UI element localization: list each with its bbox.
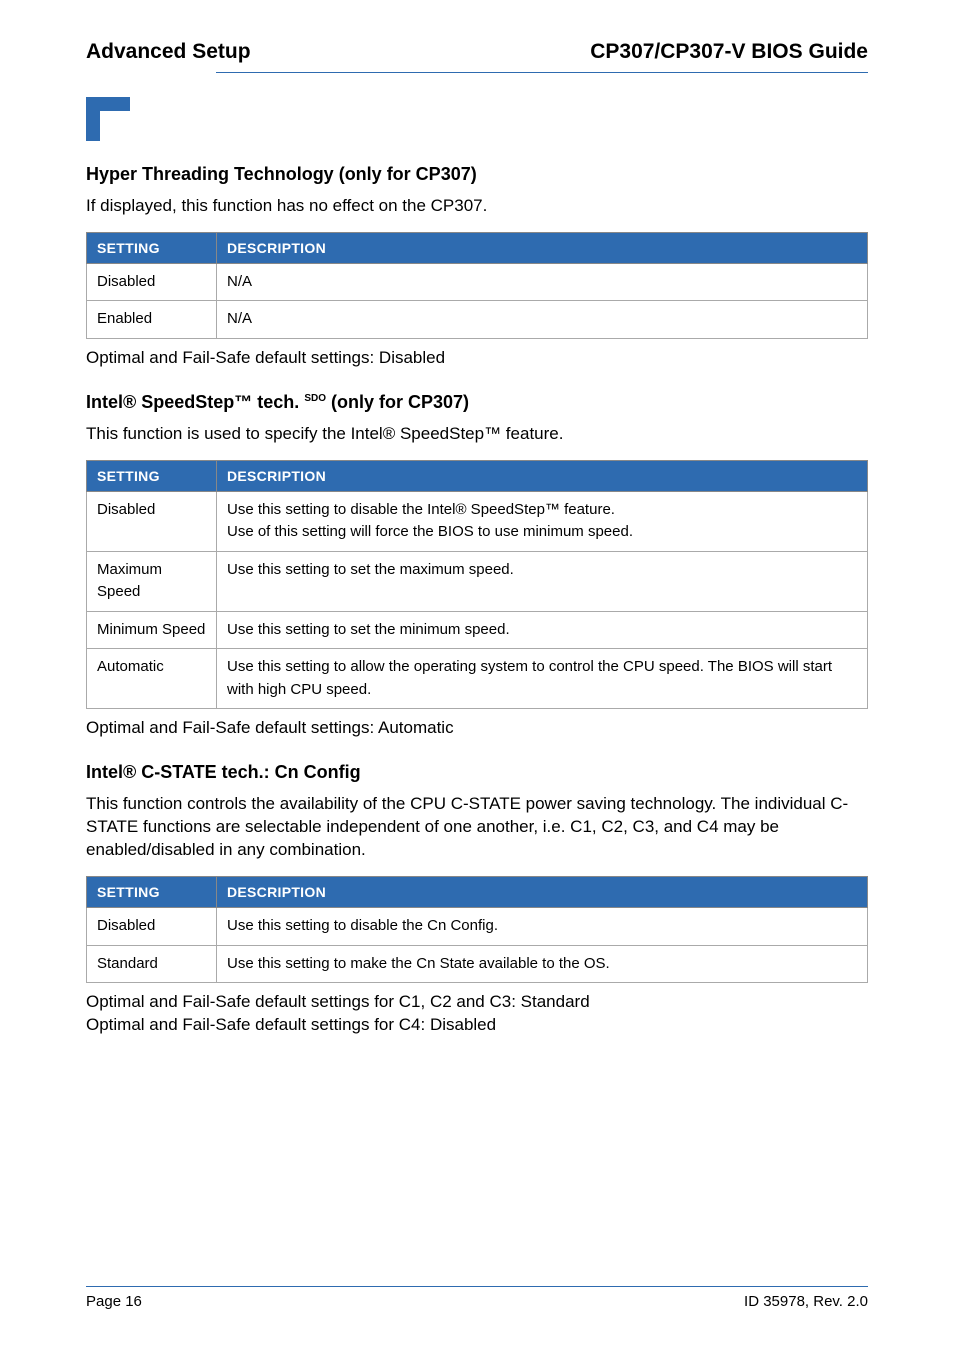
title-sup: SDO	[304, 393, 326, 404]
cell-setting: Minimum Speed	[87, 611, 217, 649]
th-setting: Setting	[87, 877, 217, 908]
cell-desc: N/A	[217, 301, 868, 339]
section1-after: Optimal and Fail-Safe default settings: …	[86, 347, 868, 370]
cell-desc: Use this setting to make the Cn State av…	[217, 945, 868, 983]
header-right: CP307/CP307-V BIOS Guide	[590, 40, 868, 64]
cell-desc: Use this setting to set the maximum spee…	[217, 551, 868, 611]
cell-setting: Enabled	[87, 301, 217, 339]
section3-title: Intel® C-STATE tech.: Cn Config	[86, 762, 868, 783]
section1-table: Setting Description Disabled N/A Enabled…	[86, 232, 868, 339]
cell-desc: Use this setting to disable the Cn Confi…	[217, 908, 868, 946]
cell-setting: Standard	[87, 945, 217, 983]
cell-setting: Disabled	[87, 491, 217, 551]
cell-desc: Use this setting to allow the operating …	[217, 649, 868, 709]
footer-left: Page 16	[86, 1293, 142, 1310]
th-setting: Setting	[87, 232, 217, 263]
th-description: Description	[217, 232, 868, 263]
section3-intro: This function controls the availability …	[86, 793, 868, 862]
table-row: Maximum Speed Use this setting to set th…	[87, 551, 868, 611]
table-row: Enabled N/A	[87, 301, 868, 339]
section2-title: Intel® SpeedStep™ tech. SDO (only for CP…	[86, 392, 868, 413]
table-row: Disabled N/A	[87, 263, 868, 301]
title-pre: Intel® SpeedStep™ tech.	[86, 392, 304, 412]
cell-setting: Automatic	[87, 649, 217, 709]
page-header: Advanced Setup CP307/CP307-V BIOS Guide	[86, 40, 868, 72]
section2-after: Optimal and Fail-Safe default settings: …	[86, 717, 868, 740]
table-row: Standard Use this setting to make the Cn…	[87, 945, 868, 983]
th-description: Description	[217, 460, 868, 491]
page-footer: Page 16 ID 35978, Rev. 2.0	[86, 1286, 868, 1310]
header-left: Advanced Setup	[86, 40, 251, 64]
th-setting: Setting	[87, 460, 217, 491]
table-row: Disabled Use this setting to disable the…	[87, 908, 868, 946]
cell-setting: Disabled	[87, 263, 217, 301]
header-rule	[216, 72, 868, 73]
cell-desc: Use this setting to disable the Intel® S…	[217, 491, 868, 551]
section2-table: Setting Description Disabled Use this se…	[86, 460, 868, 710]
th-description: Description	[217, 877, 868, 908]
table-row: Disabled Use this setting to disable the…	[87, 491, 868, 551]
table-row: Automatic Use this setting to allow the …	[87, 649, 868, 709]
section1-title: Hyper Threading Technology (only for CP3…	[86, 164, 868, 185]
section1-intro: If displayed, this function has no effec…	[86, 195, 868, 218]
cell-desc: Use this setting to set the minimum spee…	[217, 611, 868, 649]
title-post: (only for CP307)	[326, 392, 469, 412]
table-row: Minimum Speed Use this setting to set th…	[87, 611, 868, 649]
cell-desc: N/A	[217, 263, 868, 301]
logo-icon	[86, 97, 868, 146]
section3-table: Setting Description Disabled Use this se…	[86, 876, 868, 983]
section2-intro: This function is used to specify the Int…	[86, 423, 868, 446]
footer-rule	[86, 1286, 868, 1287]
footer-right: ID 35978, Rev. 2.0	[744, 1293, 868, 1310]
section3-after1: Optimal and Fail-Safe default settings f…	[86, 991, 868, 1014]
cell-setting: Disabled	[87, 908, 217, 946]
cell-setting: Maximum Speed	[87, 551, 217, 611]
section3-after2: Optimal and Fail-Safe default settings f…	[86, 1014, 868, 1037]
